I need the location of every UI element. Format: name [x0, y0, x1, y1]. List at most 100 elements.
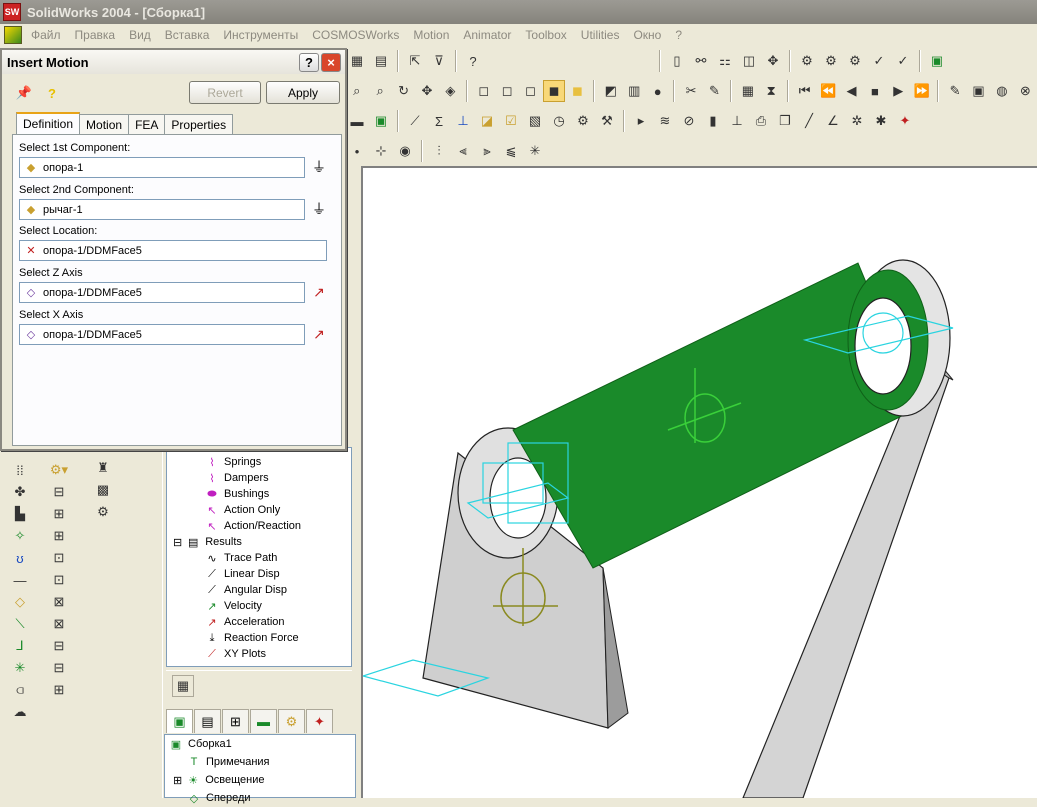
first-component-field[interactable]: ◆ опора-1	[19, 157, 305, 178]
feature-tree-item[interactable]: ◇ Спереди	[169, 789, 355, 807]
wireframe-icon[interactable]: ◻	[473, 80, 494, 102]
menu-edit[interactable]: Правка	[68, 28, 123, 42]
align-icon[interactable]: ⊥	[726, 110, 748, 132]
view-orientation-icon[interactable]: ◈	[440, 80, 461, 102]
mate-1-icon[interactable]: ⊞	[48, 503, 70, 525]
menu-tools[interactable]: Инструменты	[216, 28, 305, 42]
graphics-viewport[interactable]	[360, 166, 1037, 799]
tab-property-manager-icon[interactable]: ▤	[194, 709, 221, 733]
rotate-icon[interactable]: ↻	[393, 80, 414, 102]
tree-item[interactable]: ⤓ Reaction Force	[167, 630, 351, 646]
direction-icon[interactable]: ↗	[309, 324, 329, 344]
assembly-tb-icon[interactable]: ▣	[370, 110, 392, 132]
z-axis-field[interactable]: ◇ опора-1/DDMFace5	[19, 282, 305, 303]
apply-button[interactable]: Apply	[266, 81, 340, 104]
tree-item[interactable]: ↗ Velocity	[167, 598, 351, 614]
check-icon[interactable]: ✓	[868, 50, 890, 72]
tree-item[interactable]: ⬬ Bushings	[167, 486, 351, 502]
move-component-icon[interactable]: ✥	[762, 50, 784, 72]
menu-cosmosworks[interactable]: COSMOSWorks	[305, 28, 406, 42]
slider-icon[interactable]: ⫸	[476, 140, 498, 162]
mate-icon[interactable]: ⚯	[690, 50, 712, 72]
second-component-field[interactable]: ◆ рычаг-1	[19, 199, 305, 220]
tree-item[interactable]: ⟋ Linear Disp	[167, 566, 351, 582]
report-icon[interactable]: ▧	[524, 110, 546, 132]
calculator-small-icon[interactable]: ▦	[172, 675, 194, 697]
select-filter-icon[interactable]: ⇱	[404, 50, 426, 72]
menu-motion[interactable]: Motion	[406, 28, 456, 42]
help-hint-icon[interactable]: ?	[41, 82, 63, 104]
mass-properties-icon[interactable]: ⊥	[452, 110, 474, 132]
curve-icon[interactable]: ʊ	[9, 547, 31, 569]
angle-icon[interactable]: ∠	[822, 110, 844, 132]
tab-definition[interactable]: Definition	[16, 112, 81, 134]
checker-icon[interactable]: ☑	[500, 110, 522, 132]
ground-icon[interactable]: ⏚	[309, 157, 329, 177]
wizard-icon[interactable]: ✦	[894, 110, 916, 132]
measure-icon[interactable]: ⟋	[404, 110, 426, 132]
tab-animator-icon[interactable]: ▬	[250, 709, 277, 733]
joint-icon[interactable]: ⫶	[428, 140, 450, 162]
hourglass-icon[interactable]: ⧗	[761, 80, 782, 102]
tab-motion[interactable]: Motion	[79, 114, 130, 134]
pan-icon[interactable]: ✥	[416, 80, 437, 102]
gear-pair-icon[interactable]: ⚙	[572, 110, 594, 132]
solidworks-app-icon[interactable]: SW	[3, 3, 21, 21]
link-icon[interactable]: ⊗	[1015, 80, 1036, 102]
tree-expander-icon[interactable]: ⊞	[173, 774, 182, 787]
hidden-lines-removed-icon[interactable]: ◻	[520, 80, 541, 102]
mate-list-icon[interactable]: ⊟	[48, 481, 70, 503]
cluster-icon[interactable]: ✱	[870, 110, 892, 132]
location-field[interactable]: ✕ опора-1/DDMFace5	[19, 240, 327, 261]
part-icon[interactable]: ▬	[346, 110, 368, 132]
tab-configuration-manager-icon[interactable]: ⊞	[222, 709, 249, 733]
sketch-point-icon[interactable]: ✧	[9, 525, 31, 547]
shirt-icon[interactable]: ♜	[92, 457, 114, 479]
spring-sim-icon[interactable]: ⚙	[844, 50, 866, 72]
construct-icon[interactable]: ⊹	[370, 140, 392, 162]
close-button[interactable]: ×	[321, 53, 341, 72]
arrow-right-icon[interactable]: ▸	[630, 110, 652, 132]
timer-icon[interactable]: ◷	[548, 110, 570, 132]
menu-animator[interactable]: Animator	[456, 28, 518, 42]
fast-forward-icon[interactable]: ⏩	[911, 80, 932, 102]
tab-cosmos-icon[interactable]: ✦	[306, 709, 333, 733]
tree-item[interactable]: ↗ Acceleration	[167, 614, 351, 630]
burst-icon[interactable]: ✳	[524, 140, 546, 162]
sphere-icon[interactable]: ●	[647, 80, 668, 102]
component-pattern-icon[interactable]: ⚏	[714, 50, 736, 72]
simulation-icon[interactable]: ⚙	[796, 50, 818, 72]
tool-icon[interactable]: ✎	[704, 80, 725, 102]
shaded-icon[interactable]: ◼	[567, 80, 588, 102]
hidden-lines-visible-icon[interactable]: ◻	[496, 80, 517, 102]
gravity-icon[interactable]: ✓	[892, 50, 914, 72]
calculator-icon[interactable]: ▦	[737, 80, 758, 102]
tree-item[interactable]: ↖ Action Only	[167, 502, 351, 518]
tab-feature-manager-icon[interactable]: ▣	[166, 709, 193, 733]
sketch-icon[interactable]: ✎	[944, 80, 965, 102]
tree-item[interactable]: ⟋ XY Plots	[167, 646, 351, 662]
motor-icon[interactable]: ⚙	[820, 50, 842, 72]
mate-6-icon[interactable]: ⊠	[48, 613, 70, 635]
feature-tree-item[interactable]: T Примечания	[169, 753, 355, 771]
line-tool-icon[interactable]: ⟍	[9, 613, 31, 635]
mate-2-icon[interactable]: ⊞	[48, 525, 70, 547]
tree-item[interactable]: ⌇ Springs	[167, 454, 351, 470]
menu-insert[interactable]: Вставка	[158, 28, 217, 42]
play-icon[interactable]: ▶	[888, 80, 909, 102]
ground-icon[interactable]: ⏚	[309, 199, 329, 219]
rewind-icon[interactable]: ⏪	[817, 80, 838, 102]
solidworks-logo-icon[interactable]	[4, 26, 22, 44]
filter-icon[interactable]: ⊽	[428, 50, 450, 72]
save-results-icon[interactable]: ▣	[968, 80, 989, 102]
puzzle-icon[interactable]: ✤	[9, 481, 31, 503]
stop-icon[interactable]: ■	[864, 80, 885, 102]
mate-7-icon[interactable]: ⊟	[48, 635, 70, 657]
section-icon[interactable]: ◪	[476, 110, 498, 132]
feature-tree-item[interactable]: ▣ Сборка1	[169, 735, 355, 753]
new-document-icon[interactable]: ▯	[666, 50, 688, 72]
tree-expander-icon[interactable]: ⊟	[173, 536, 182, 549]
direction-icon[interactable]: ↗	[309, 282, 329, 302]
bar-icon[interactable]: ▮	[702, 110, 724, 132]
menu-file[interactable]: Файл	[24, 28, 68, 42]
